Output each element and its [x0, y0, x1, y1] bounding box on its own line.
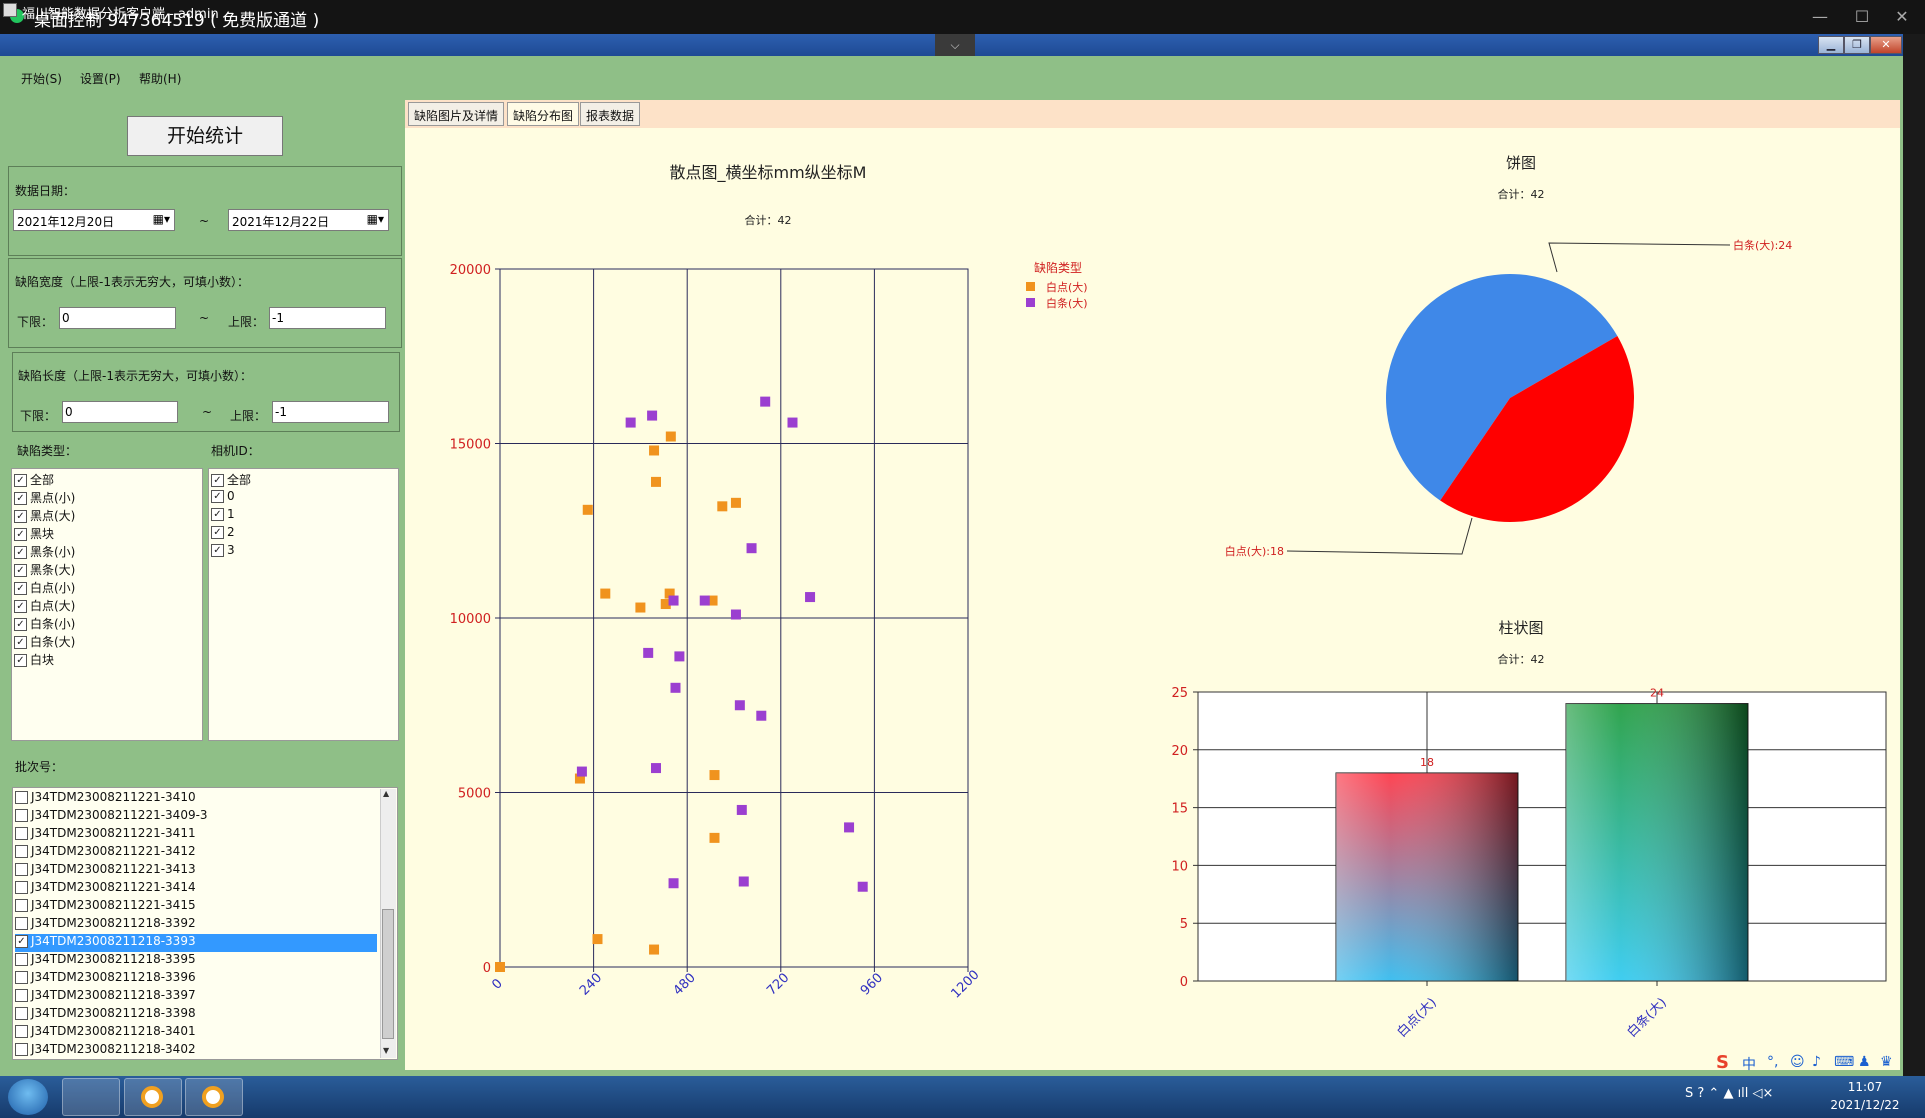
pie-total: 合计：42 — [1498, 187, 1545, 201]
bar-title: 柱状图 — [1498, 619, 1543, 637]
scatter-point — [649, 944, 660, 955]
scatter-point — [647, 410, 658, 421]
scatter-y-tick-label: 20000 — [450, 263, 491, 278]
taskbar-app-client-2[interactable] — [185, 1078, 243, 1116]
scatter-point — [625, 417, 636, 428]
scatter-point — [592, 934, 603, 945]
scatter-point — [665, 431, 676, 442]
pie-slice-label: 白点(大):18 — [1225, 544, 1284, 558]
scatter-point — [668, 878, 679, 889]
app-circle-icon — [141, 1086, 163, 1108]
scatter-title: 散点图_横坐标mm纵坐标M — [670, 163, 867, 183]
scatter-point — [736, 804, 747, 815]
bar-plot-frame — [1197, 691, 1887, 982]
scatter-point — [651, 763, 661, 774]
bar-y-tick-label: 20 — [1171, 744, 1188, 759]
scatter-point — [746, 543, 757, 554]
scatter-x-tick-label: 480 — [671, 970, 699, 998]
charts-svg: 散点图_横坐标mm纵坐标M 合计：42 0 240 480 720 960 1200050… — [450, 154, 1887, 1041]
scatter-point — [730, 609, 741, 620]
emoji-icon[interactable]: ☺ — [1790, 1054, 1805, 1070]
pie-slice-label: 白条(大):24 — [1733, 238, 1792, 252]
scatter-point — [668, 595, 679, 606]
scatter-point — [805, 592, 816, 603]
scatter-point — [717, 501, 728, 512]
scatter-x-tick-label: 240 — [577, 970, 605, 998]
keyboard-icon[interactable]: ⌨ — [1834, 1054, 1854, 1070]
scatter-point — [670, 682, 681, 693]
bar-category-label: 白点(大) — [1394, 995, 1440, 1041]
scatter-plot: 0 240 480 720 960 1200 0 5000 10000 15000 20000 — [450, 263, 983, 1002]
scatter-x-tick-label: 1200 — [949, 968, 983, 1002]
bar-y-tick-label: 10 — [1171, 859, 1188, 874]
bar-data-label: 24 — [1650, 687, 1664, 700]
punctuation-icon[interactable]: °, — [1767, 1054, 1778, 1070]
scatter-point — [635, 602, 646, 613]
clock-date[interactable]: 2021/12/22 — [1820, 1098, 1910, 1112]
scatter-legend-title: 缺陷类型 — [1034, 260, 1082, 275]
legend-swatch — [1026, 298, 1035, 307]
bar-y-tick-label: 15 — [1171, 802, 1188, 817]
bar-y-tick-label: 0 — [1180, 975, 1188, 990]
scatter-point — [495, 962, 505, 972]
ime-toolbar[interactable]: S 中 °, ☺ ♪ ⌨ ♟ ♛ — [1712, 1050, 1897, 1076]
scatter-x-tick-label: 0 — [489, 976, 505, 992]
scatter-point — [738, 876, 749, 887]
scatter-y-tick-label: 5000 — [458, 787, 491, 802]
scatter-point — [674, 651, 685, 662]
scatter-total: 合计：42 — [745, 213, 792, 227]
pie-leader-line — [1548, 242, 1731, 273]
scatter-y-tick-label: 10000 — [450, 612, 491, 627]
scatter-x-tick-label: 960 — [858, 970, 886, 998]
scatter-point — [576, 766, 587, 777]
scatter-point — [699, 595, 710, 606]
bar-shade — [1336, 772, 1518, 981]
skin-icon[interactable]: ♛ — [1880, 1054, 1893, 1070]
app-circle-icon — [202, 1086, 224, 1108]
taskbar — [0, 1076, 1925, 1118]
pie-chart: 白条(大):24 白点(大):18 — [1225, 238, 1793, 558]
scatter-point — [709, 832, 720, 843]
scatter-point — [857, 881, 868, 892]
tray-icons[interactable]: S ? ⌃ ▲ ıll ◁× — [1685, 1086, 1773, 1101]
clock-time[interactable]: 11:07 — [1820, 1080, 1910, 1094]
scatter-point — [709, 770, 720, 781]
scatter-point — [651, 476, 661, 487]
bar-total: 合计：42 — [1498, 652, 1545, 666]
scatter-point — [760, 396, 771, 407]
scatter-y-tick-label: 15000 — [450, 438, 491, 453]
ime-mode-icon[interactable]: 中 — [1742, 1054, 1756, 1074]
user-icon[interactable]: ♟ — [1858, 1054, 1871, 1070]
legend-label: 白点(大) — [1046, 280, 1088, 294]
bar-y-tick-label: 5 — [1180, 917, 1188, 932]
legend-swatch — [1026, 282, 1035, 291]
scatter-point — [649, 445, 660, 456]
bar-y-tick-label: 25 — [1171, 686, 1188, 701]
windows-start-icon[interactable] — [8, 1079, 48, 1115]
scatter-point — [734, 700, 745, 711]
bar-shade — [1566, 703, 1748, 981]
pie-title: 饼图 — [1506, 154, 1536, 172]
sogou-icon[interactable]: S — [1716, 1052, 1729, 1073]
scatter-point — [643, 647, 654, 658]
scatter-point — [787, 417, 798, 428]
scatter-point — [582, 504, 593, 515]
scatter-point — [844, 822, 855, 833]
bar-data-label: 18 — [1420, 756, 1434, 769]
pie-leader-line — [1286, 517, 1473, 555]
scatter-point — [730, 497, 741, 508]
taskbar-app-explorer[interactable] — [62, 1078, 120, 1116]
scatter-y-tick-label: 0 — [483, 961, 491, 976]
taskbar-app-client-1[interactable] — [124, 1078, 182, 1116]
scatter-x-tick-label: 720 — [764, 970, 792, 998]
scatter-point — [600, 588, 611, 599]
bar-category-label: 白条(大) — [1624, 995, 1670, 1041]
bar-chart: 0 5 10 15 20 25 18 白点(大) 24 白条(大) — [1171, 686, 1887, 1041]
legend-label: 白条(大) — [1046, 296, 1088, 310]
scatter-point — [756, 710, 767, 721]
microphone-icon[interactable]: ♪ — [1812, 1054, 1821, 1070]
scatter-legend: 白点(大) 白条(大) — [1026, 280, 1088, 310]
